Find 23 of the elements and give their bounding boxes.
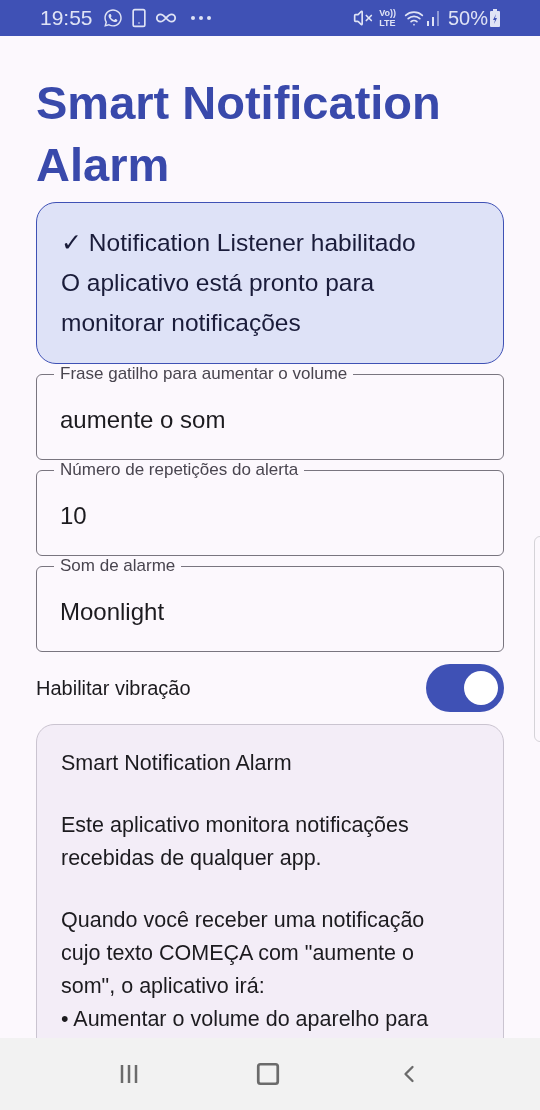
app-title: Smart Notification Alarm <box>36 75 442 193</box>
info-text: Smart Notification Alarm <box>61 750 293 777</box>
battery-percent: 50% <box>447 6 488 31</box>
field-label: Número de repetições do alerta <box>54 460 305 480</box>
vibration-label: Habilitar vibração <box>36 676 191 701</box>
chat-icon <box>102 8 123 28</box>
wifi-icon <box>403 8 424 28</box>
signal-icon <box>425 9 442 27</box>
vibration-switch[interactable] <box>426 664 504 712</box>
status-text: ✓ Notification Listener habilitado <box>61 228 417 258</box>
status-text: O aplicativo está pronto para monitorar notificações <box>61 268 376 338</box>
volte-label: Vo)) LTE <box>379 8 396 28</box>
status-time: 19:55 <box>40 5 93 32</box>
field-value: aumente o som <box>60 405 226 435</box>
battery-charging-icon <box>490 9 500 27</box>
info-text: Quando você receber uma notificação cujo texto COMEÇA com "aumente o som", o aplicativo irá: • Aumentar o volume do aparelho para <box>61 907 430 1033</box>
mute-icon <box>353 8 374 28</box>
field-label: Frase gatilho para aumentar o volume <box>54 364 354 384</box>
home-icon[interactable] <box>255 1061 281 1087</box>
field-value: 10 <box>60 501 87 531</box>
field-value: Moonlight <box>60 597 165 627</box>
info-text: Este aplicativo monitora notificações recebidas de qualquer app. <box>61 812 410 872</box>
more-icon <box>190 16 211 20</box>
